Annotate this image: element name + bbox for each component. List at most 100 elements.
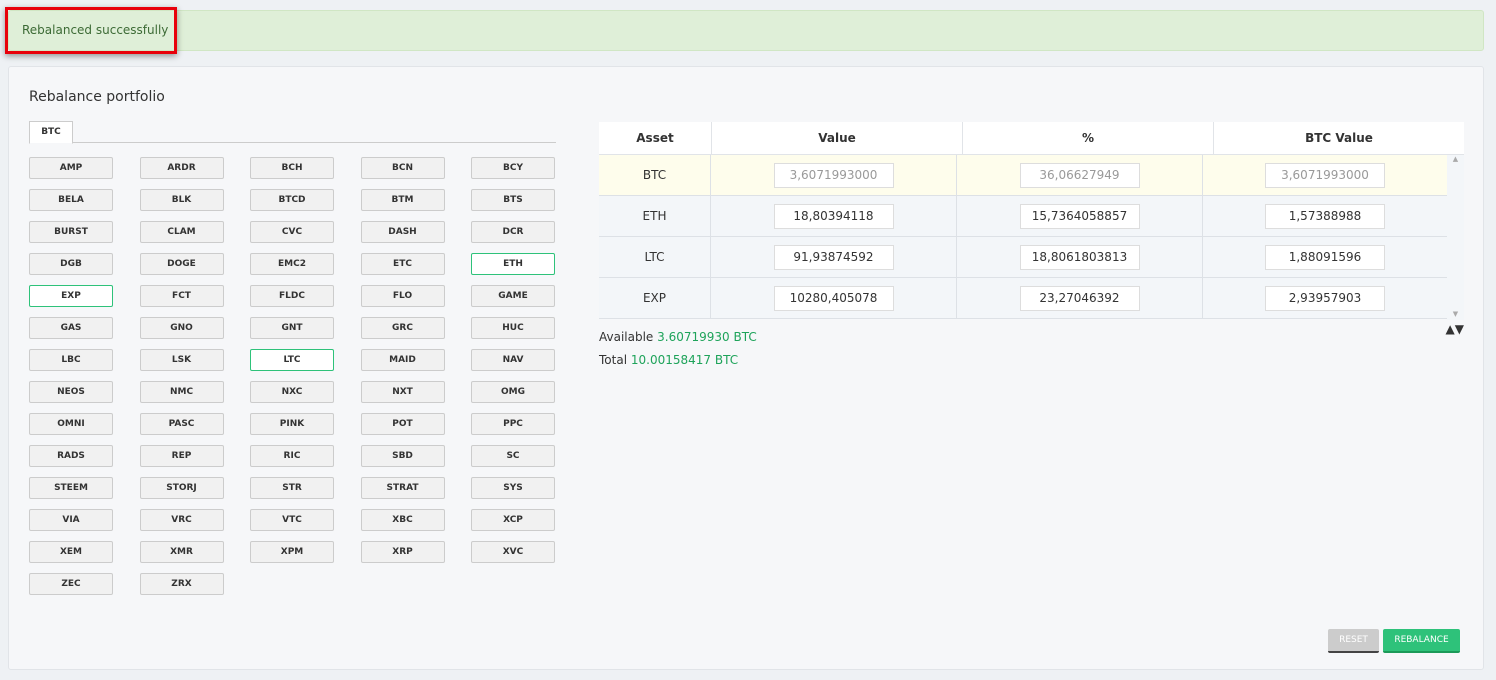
scroll-down-icon[interactable]: ▼ [1447,310,1464,318]
coin-button[interactable]: GAME [471,285,555,307]
btc-value-cell: 2,93957903 [1202,278,1447,318]
coin-button[interactable]: SBD [360,445,445,467]
table-header: Asset Value % BTC Value [599,122,1464,155]
coin-button[interactable]: BTCD [250,189,334,211]
coin-button[interactable]: LSK [139,349,224,371]
coin-button[interactable]: VRC [139,509,224,531]
coin-button[interactable]: NMC [139,381,224,403]
coin-button[interactable]: PASC [139,413,224,435]
coin-button[interactable]: AMP [29,157,113,179]
coin-button[interactable]: DASH [360,221,445,243]
coin-button[interactable]: BURST [29,221,113,243]
coin-grid: AMP ARDR BCH BCN BCY BELA BLK BTCD BTM B… [29,157,555,595]
percent-cell: 15,7364058857 [956,196,1202,236]
coin-button[interactable]: XEM [29,541,113,563]
coin-button[interactable]: FCT [139,285,224,307]
coin-button[interactable]: DCR [471,221,555,243]
btc-value-input[interactable]: 1,57388988 [1265,203,1385,229]
coin-button[interactable]: ZEC [29,573,113,595]
reset-button[interactable]: RESET [1328,629,1379,653]
scroll-up-icon[interactable]: ▲ [1447,155,1464,163]
coin-button[interactable]: DOGE [139,253,224,275]
coin-button[interactable]: RIC [250,445,334,467]
coin-button[interactable]: LBC [29,349,113,371]
coin-button[interactable]: BTM [360,189,445,211]
table-row: ETH 18,80394118 15,7364058857 1,57388988 [599,196,1447,237]
btc-value-input: 3,6071993000 [1265,162,1385,188]
percent-input: 36,06627949 [1019,162,1140,188]
coin-button[interactable]: ZRX [139,573,224,595]
coin-button[interactable]: GAS [29,317,113,339]
coin-button[interactable]: GRC [360,317,445,339]
coin-button[interactable]: NEOS [29,381,113,403]
coin-button[interactable]: BCN [360,157,445,179]
coin-button[interactable]: PINK [250,413,334,435]
coin-button[interactable]: NXT [360,381,445,403]
btc-value-input[interactable]: 1,88091596 [1265,244,1385,270]
coin-button[interactable]: FLDC [250,285,334,307]
coin-button[interactable]: ARDR [139,157,224,179]
available-balance: Available 3.60719930 BTC [599,330,1464,344]
coin-button[interactable]: DGB [29,253,113,275]
coin-button[interactable]: XPM [250,541,334,563]
coin-button[interactable]: STRAT [360,477,445,499]
coin-button[interactable]: GNT [250,317,334,339]
coin-button[interactable]: BTS [471,189,555,211]
coin-button[interactable]: VIA [29,509,113,531]
table-row: LTC 91,93874592 18,8061803813 1,88091596 [599,237,1447,278]
coin-button[interactable]: XVC [471,541,555,563]
coin-button[interactable]: RADS [29,445,113,467]
value-input[interactable]: 18,80394118 [773,203,894,229]
coin-button[interactable]: ETC [360,253,445,275]
coin-button[interactable]: BCY [471,157,555,179]
coin-button[interactable]: HUC [471,317,555,339]
coin-button[interactable]: REP [139,445,224,467]
coin-button[interactable]: SC [471,445,555,467]
coin-button-selected[interactable]: EXP [29,285,113,307]
coin-button[interactable]: XCP [471,509,555,531]
col-asset: Asset [636,131,674,145]
percent-input[interactable]: 23,27046392 [1019,285,1140,311]
coin-button[interactable]: OMG [471,381,555,403]
coin-button[interactable]: NAV [471,349,555,371]
coin-button[interactable]: PPC [471,413,555,435]
tab-btc[interactable]: BTC [29,121,73,144]
coin-button[interactable]: XBC [360,509,445,531]
coin-button[interactable]: POT [360,413,445,435]
total-balance: Total 10.00158417 BTC [599,353,1464,367]
table-scrollbar[interactable]: ▲ ▼ [1447,155,1464,320]
coin-button[interactable]: STR [250,477,334,499]
coin-button[interactable]: BLK [139,189,224,211]
asset-cell: LTC [644,250,665,264]
rebalance-button[interactable]: REBALANCE [1383,629,1460,653]
coin-button[interactable]: STORJ [139,477,224,499]
coin-button[interactable]: SYS [471,477,555,499]
value-cell: 10280,405078 [710,278,956,318]
coin-button[interactable]: FLO [360,285,445,307]
coin-button[interactable]: NXC [250,381,334,403]
sort-arrows-icon[interactable]: ▲▼ [1446,322,1464,336]
percent-input[interactable]: 15,7364058857 [1019,203,1140,229]
percent-cell: 18,8061803813 [956,237,1202,277]
coin-button[interactable]: BELA [29,189,113,211]
coin-button[interactable]: STEEM [29,477,113,499]
coin-button[interactable]: CLAM [139,221,224,243]
coin-button[interactable]: VTC [250,509,334,531]
coin-button[interactable]: BCH [250,157,334,179]
coin-button[interactable]: MAID [360,349,445,371]
btc-value-input[interactable]: 2,93957903 [1265,285,1385,311]
coin-button[interactable]: EMC2 [250,253,334,275]
asset-cell: EXP [642,291,667,305]
value-input[interactable]: 10280,405078 [773,285,894,311]
coin-button-selected[interactable]: ETH [471,253,555,275]
value-input[interactable]: 91,93874592 [773,244,894,270]
coin-button-selected[interactable]: LTC [250,349,334,371]
coin-button[interactable]: XMR [139,541,224,563]
coin-button[interactable]: XRP [360,541,445,563]
rebalance-panel: Rebalance portfolio BTC AMP ARDR BCH BCN… [8,66,1484,670]
coin-button[interactable]: OMNI [29,413,113,435]
btc-value-cell: 1,57388988 [1202,196,1447,236]
percent-input[interactable]: 18,8061803813 [1019,244,1140,270]
coin-button[interactable]: GNO [139,317,224,339]
coin-button[interactable]: CVC [250,221,334,243]
